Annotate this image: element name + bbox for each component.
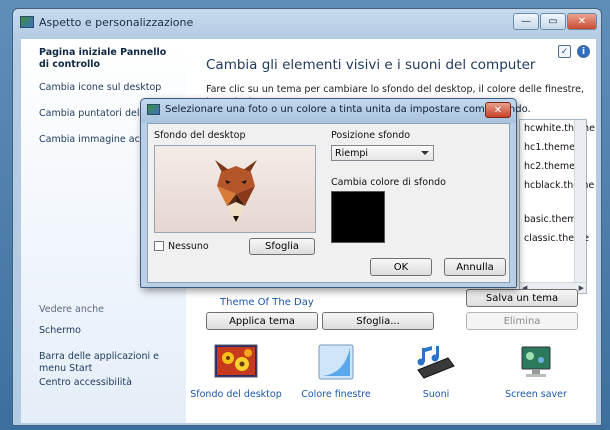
none-label: Nessuno	[168, 241, 209, 252]
see-also-title: Vedere anche	[39, 304, 104, 315]
screen-saver-link[interactable]: Screen saver	[486, 344, 586, 400]
cancel-button[interactable]: Annulla	[444, 258, 506, 276]
see-also-accessibility[interactable]: Centro accessibilità	[39, 377, 132, 389]
sounds-link[interactable]: Suoni	[386, 344, 486, 400]
chevron-down-icon	[421, 151, 429, 155]
dialog-title: Selezionare una foto o un colore a tinta…	[165, 104, 531, 115]
theme-of-the-day-link[interactable]: Theme Of The Day	[220, 297, 314, 308]
theme-item[interactable]: hc2.theme	[524, 161, 575, 172]
page-title: Cambia gli elementi visivi e i suoni del…	[206, 57, 536, 73]
apply-theme-button[interactable]: Applica tema	[206, 312, 318, 330]
desktop-background-label: Sfondo del desktop	[190, 389, 282, 400]
theme-list[interactable]: hcwhite.theme hc1.theme hc2.theme hcblac…	[519, 119, 595, 294]
sounds-icon	[417, 346, 455, 379]
browse-theme-button[interactable]: Sfoglia...	[322, 312, 434, 330]
dialog-app-icon	[147, 104, 160, 115]
see-also-taskbar[interactable]: Barra delle applicazioni e menu Start	[39, 351, 179, 375]
window-title: Aspetto e personalizzazione	[39, 16, 194, 29]
color-label: Cambia colore di sfondo	[331, 177, 446, 188]
close-button[interactable]: ✕	[567, 13, 597, 30]
sidebar-item-home[interactable]: Pagina iniziale Pannello di controllo	[39, 47, 174, 71]
close-icon: ✕	[493, 104, 503, 116]
dialog-body: Sfondo del desktop Nessuno Sfoglia Posiz…	[147, 123, 510, 283]
background-color-swatch[interactable]	[331, 191, 385, 243]
window-color-label: Colore finestre	[301, 389, 371, 400]
dialog-browse-button[interactable]: Sfoglia	[249, 238, 315, 255]
scroll-right-icon[interactable]: ▶	[579, 284, 584, 292]
window-color-link[interactable]: Colore finestre	[286, 344, 386, 400]
position-label: Posizione sfondo	[331, 130, 411, 141]
sounds-label: Suoni	[422, 389, 450, 400]
help-icon[interactable]: i	[577, 45, 590, 58]
screen-saver-label: Screen saver	[505, 389, 567, 400]
control-panel-icon	[20, 16, 34, 28]
ok-button[interactable]: OK	[370, 258, 432, 276]
wolf-image	[215, 160, 257, 224]
desktop-background-icon	[214, 344, 258, 378]
position-select-value: Riempi	[335, 147, 369, 159]
sidebar-item-desktop-icons[interactable]: Cambia icone sul desktop	[39, 82, 161, 94]
checkmark-icon[interactable]: ✓	[558, 45, 571, 58]
dialog-close-button[interactable]: ✕	[485, 102, 511, 118]
desktop-bg-label: Sfondo del desktop	[154, 130, 246, 141]
theme-list-scrollbar[interactable]	[574, 120, 586, 293]
screen-saver-icon	[521, 346, 551, 377]
desktop-background-dialog: Selezionare una foto o un colore a tinta…	[140, 98, 531, 288]
desktop-background-link[interactable]: Sfondo del desktop	[186, 344, 286, 400]
maximize-button[interactable]: ▭	[540, 13, 566, 30]
delete-theme-button[interactable]: Elimina	[466, 312, 578, 330]
theme-item[interactable]: hc1.theme	[524, 142, 575, 153]
save-theme-button[interactable]: Salva un tema	[466, 289, 578, 307]
window-color-icon	[318, 344, 354, 380]
minimize-button[interactable]: —	[513, 13, 539, 30]
position-select[interactable]: Riempi	[331, 145, 434, 161]
none-checkbox[interactable]	[154, 241, 164, 251]
background-preview	[154, 145, 316, 233]
see-also-display[interactable]: Schermo	[39, 325, 81, 337]
